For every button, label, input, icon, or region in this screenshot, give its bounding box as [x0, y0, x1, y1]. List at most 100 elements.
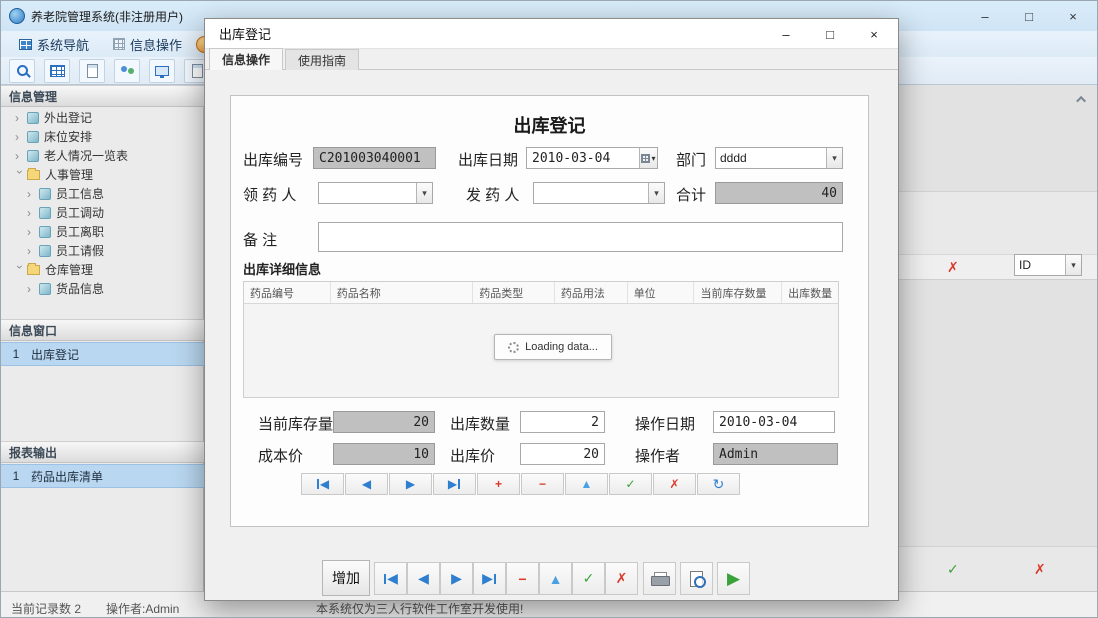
nav-insert-button[interactable]: +: [477, 473, 520, 495]
toolbar-document-button[interactable]: [79, 59, 105, 83]
detail-grid[interactable]: 药品编号 药品名称 药品类型 药品用法 单位 当前库存数量 出库数量 Loadi…: [243, 281, 839, 398]
column-header[interactable]: 药品编号: [244, 282, 331, 303]
id-filter-combobox[interactable]: ID ▾: [1014, 254, 1082, 276]
toolbar-users-button[interactable]: [114, 59, 140, 83]
outbound-date-picker[interactable]: 2010-03-04 ▾: [526, 147, 658, 169]
out-price-input[interactable]: 20: [520, 443, 605, 465]
search-icon: [17, 65, 28, 76]
sidebar-item-goods-info[interactable]: › 货品信息: [1, 279, 204, 298]
nav-last-button[interactable]: ▶: [433, 473, 476, 495]
department-combobox[interactable]: dddd ▾: [715, 147, 843, 169]
close-button[interactable]: ×: [1051, 1, 1095, 31]
nav-prior-button[interactable]: ◀: [345, 473, 388, 495]
tab-user-guide[interactable]: 使用指南: [285, 49, 359, 70]
chevron-down-icon[interactable]: ▾: [416, 183, 432, 203]
sidebar-item-staff-leave[interactable]: › 员工请假: [1, 241, 204, 260]
nav-first-button[interactable]: ◀: [301, 473, 344, 495]
out-qty-input[interactable]: 2: [520, 411, 605, 433]
print-preview-button[interactable]: [680, 562, 713, 595]
sidebar-item-staff-resign[interactable]: › 员工离职: [1, 222, 204, 241]
chevron-right-icon: ›: [27, 244, 37, 258]
column-header[interactable]: 出库数量: [782, 282, 838, 303]
dialog-bottom-bar: 增加 ◀ ◀ ▶ ▶ − ▲ ✓ ✗ ▶: [205, 560, 898, 598]
chevron-down-icon[interactable]: ▾: [648, 183, 664, 203]
cancel-icon[interactable]: ✗: [1034, 561, 1046, 578]
dialog-maximize-button[interactable]: □: [808, 19, 852, 49]
post-icon: ✓: [625, 477, 635, 491]
infowindow-item-outbound-register[interactable]: 1 出库登记: [1, 342, 204, 366]
nav-next-button[interactable]: ▶: [389, 473, 432, 495]
column-header[interactable]: 当前库存数量: [694, 282, 782, 303]
item-label: 药品出库清单: [31, 468, 103, 485]
record-prior-button[interactable]: ◀: [407, 562, 440, 595]
sidebar-section-report-output[interactable]: 报表输出: [1, 441, 204, 463]
module-icon: [39, 283, 51, 295]
cancel-icon[interactable]: ✗: [947, 259, 959, 276]
dispenser-combobox[interactable]: ▾: [533, 182, 665, 204]
dialog-close-button[interactable]: ×: [852, 19, 896, 49]
maximize-button[interactable]: □: [1007, 1, 1051, 31]
record-first-button[interactable]: ◀: [374, 562, 407, 595]
toolbar-table-button[interactable]: [44, 59, 70, 83]
run-report-button[interactable]: ▶: [717, 562, 750, 595]
minimize-button[interactable]: –: [963, 1, 1007, 31]
outbound-date-label: 出库日期: [458, 149, 518, 170]
dialog-minimize-button[interactable]: –: [764, 19, 808, 49]
nav-cancel-button[interactable]: ✗: [653, 473, 696, 495]
sidebar-item-label: 外出登记: [44, 109, 92, 126]
sidebar-section-info-manage[interactable]: 信息管理: [1, 85, 204, 107]
record-delete-button[interactable]: −: [506, 562, 539, 595]
nav-edit-button[interactable]: ▲: [565, 473, 608, 495]
toolbar-search-button[interactable]: [9, 59, 35, 83]
record-next-button[interactable]: ▶: [440, 562, 473, 595]
chevron-down-icon[interactable]: ▾: [1065, 255, 1081, 275]
add-button[interactable]: 增加: [322, 560, 370, 596]
receiver-combobox[interactable]: ▾: [318, 182, 433, 204]
column-header[interactable]: 单位: [628, 282, 695, 303]
chevron-down-icon[interactable]: ▾: [826, 148, 842, 168]
sidebar-item-outgoing-register[interactable]: › 外出登记: [1, 108, 204, 127]
collapse-panel-button[interactable]: [1071, 91, 1093, 107]
sidebar: 信息管理 › 外出登记 › 床位安排 › 老人情况一览表 › 人事管理 › 员工…: [1, 85, 204, 591]
column-header[interactable]: 药品名称: [331, 282, 474, 303]
record-last-button[interactable]: ▶: [473, 562, 506, 595]
calendar-dropdown-button[interactable]: ▾: [639, 148, 657, 168]
monitor-icon: [155, 66, 169, 76]
print-button[interactable]: [643, 562, 676, 595]
remark-input[interactable]: [318, 222, 843, 252]
last-icon: [494, 574, 496, 584]
prior-icon: ◀: [362, 477, 371, 491]
sidebar-folder-hr-manage[interactable]: › 人事管理: [1, 165, 204, 184]
chevron-right-icon: ›: [27, 225, 37, 239]
dialog-titlebar[interactable]: 出库登记 – □ ×: [205, 19, 898, 49]
sidebar-item-staff-info[interactable]: › 员工信息: [1, 184, 204, 203]
loading-text: Loading data...: [525, 341, 598, 353]
sidebar-item-label: 货品信息: [56, 280, 104, 297]
nav-refresh-button[interactable]: ↻: [697, 473, 740, 495]
sidebar-item-label: 床位安排: [44, 128, 92, 145]
sidebar-item-elder-overview[interactable]: › 老人情况一览表: [1, 146, 204, 165]
nav-post-button[interactable]: ✓: [609, 473, 652, 495]
tab-info-operation[interactable]: 信息操作: [209, 48, 283, 70]
sidebar-item-bed-arrange[interactable]: › 床位安排: [1, 127, 204, 146]
post-icon[interactable]: ✓: [947, 561, 959, 578]
record-cancel-button[interactable]: ✗: [605, 562, 638, 595]
sidebar-folder-warehouse-manage[interactable]: › 仓库管理: [1, 260, 204, 279]
insert-icon: +: [495, 477, 502, 491]
outbound-no-label: 出库编号: [243, 149, 303, 170]
column-header[interactable]: 药品用法: [555, 282, 628, 303]
toolbar-monitor-button[interactable]: [149, 59, 175, 83]
loading-indicator: Loading data...: [494, 334, 612, 360]
dispenser-label: 发 药 人: [466, 184, 519, 205]
column-header[interactable]: 药品类型: [473, 282, 555, 303]
nav-delete-button[interactable]: −: [521, 473, 564, 495]
ribbon-tab-info-op[interactable]: 信息操作: [103, 33, 192, 55]
sidebar-section-info-window[interactable]: 信息窗口: [1, 319, 204, 341]
chevron-right-icon: ›: [15, 111, 25, 125]
op-date-input[interactable]: 2010-03-04: [713, 411, 835, 433]
ribbon-tab-system-nav[interactable]: 系统导航: [9, 33, 99, 55]
record-post-button[interactable]: ✓: [572, 562, 605, 595]
sidebar-item-staff-transfer[interactable]: › 员工调动: [1, 203, 204, 222]
record-edit-button[interactable]: ▲: [539, 562, 572, 595]
report-item-drug-outbound-list[interactable]: 1 药品出库清单: [1, 464, 204, 488]
